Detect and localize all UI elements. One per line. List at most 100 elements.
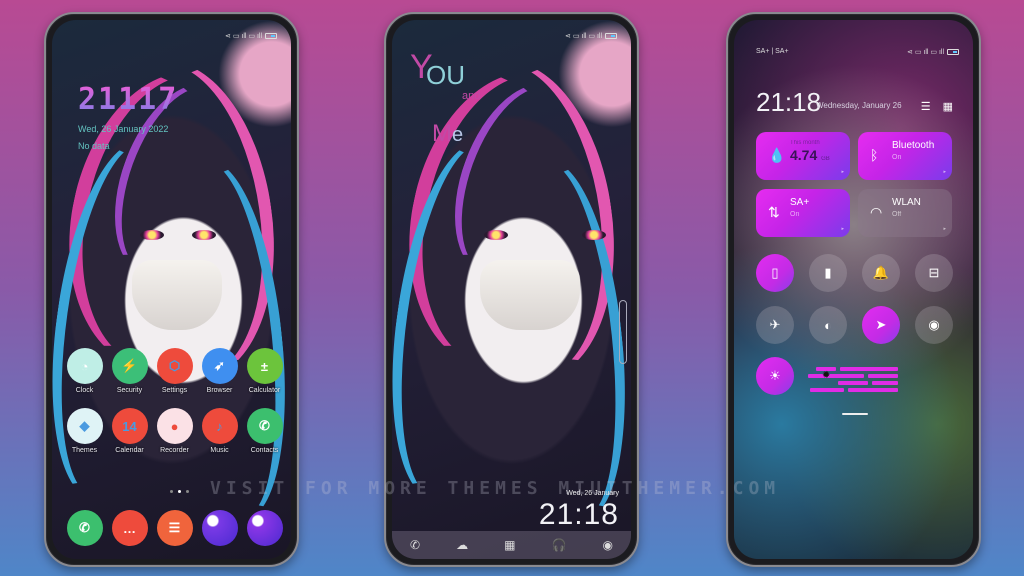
dock-orb-icon[interactable] [201, 510, 238, 546]
status-bar: ⋖ ▭ ıll ▭ ıll [565, 32, 617, 40]
toggle-ringer[interactable]: 🔔 [862, 254, 900, 292]
lock-date: Wed, 26 January [566, 490, 619, 497]
app-settings[interactable]: ⬡ Settings [152, 348, 197, 394]
date-label: Wed, 26 January 2022 [78, 124, 169, 134]
expand-arrow-icon[interactable]: ▸ [841, 226, 844, 232]
cc-date: Wednesday, January 26 [816, 101, 902, 110]
toggle-dark-mode[interactable]: ◐ [809, 306, 847, 344]
toggle-reading-mode[interactable]: ◉ [915, 306, 953, 344]
phone-icon: ✆ [246, 408, 283, 444]
app-label: Recorder [160, 447, 189, 454]
tile-bluetooth[interactable]: ᛒ Bluetooth On ▸ [858, 132, 952, 180]
app-label: Music [210, 447, 229, 454]
cc-header-actions: ☰ ▦ [921, 100, 953, 113]
weather-icon[interactable]: ☁ [456, 538, 468, 552]
tile-status: 4.74 GB [790, 147, 842, 163]
app-calendar[interactable]: 14 Calendar [107, 408, 152, 454]
art-text-me: Me [432, 120, 464, 147]
page-dot[interactable] [178, 490, 181, 493]
tile-sa-[interactable]: ⇅ SA+ On ▸ [756, 189, 850, 237]
bluetooth-icon: ᛒ [870, 147, 879, 163]
themes-icon: ◆ [66, 408, 103, 444]
phone-lock-screen: ⋖ ▭ ıll ▭ ıll Y OU and Me Wed, 26 January… [384, 12, 639, 567]
app-calculator[interactable]: ± Calculator [242, 348, 287, 394]
clock-icon: ◔ [66, 348, 103, 384]
grid-icon[interactable]: ▦ [943, 100, 953, 113]
headphones-icon[interactable]: 🎧 [552, 538, 567, 552]
toggle-flashlight[interactable]: ▮ [809, 254, 847, 292]
phone-control-center: SA+ | SA+ ⋖ ▭ ıll ▭ ıll 21:18 Wednesday,… [726, 12, 981, 567]
page-dot[interactable] [186, 490, 189, 493]
signal-icon: ⋖ ▭ ıll ▭ ıll [565, 33, 602, 40]
calculator-icon: ± [246, 348, 283, 384]
calendar-icon: 14 [111, 408, 148, 444]
expand-arrow-icon[interactable]: ▸ [841, 169, 844, 175]
toggle-location[interactable]: ➤ [862, 306, 900, 344]
shield-icon: ⚡ [111, 348, 148, 384]
expand-arrow-icon[interactable]: ▸ [943, 226, 946, 232]
app-label: Security [116, 387, 143, 394]
tile-title: Bluetooth [892, 140, 935, 151]
app-recorder[interactable]: ● Recorder [152, 408, 197, 454]
tile-status: Off [892, 211, 902, 218]
app-contacts[interactable]: ✆ Contacts [242, 408, 287, 454]
app-music[interactable]: ♪ Music [197, 408, 242, 454]
clock-widget[interactable]: 21117 [78, 82, 178, 117]
tile-title: SA+ [790, 197, 810, 208]
page-dot[interactable] [170, 490, 173, 493]
tile-status: On [892, 154, 902, 161]
art-text-you: Y OU [410, 48, 465, 90]
camera-icon[interactable]: ◉ [603, 538, 613, 552]
calendar-icon[interactable]: ▦ [504, 538, 515, 552]
mobile-data-icon: ⇅ [768, 204, 780, 220]
art-text-and: and [462, 90, 481, 102]
dock-phone-icon[interactable]: ✆ [66, 510, 103, 546]
app-label: Themes [71, 447, 98, 454]
auto-brightness-toggle[interactable]: ☀ [756, 357, 794, 395]
sun-icon: ☀ [769, 368, 781, 383]
status-bar: ⋖ ▭ ıll ▭ ıll [225, 32, 277, 40]
page-indicator [170, 490, 189, 493]
app-label: Calendar [115, 447, 144, 454]
edit-list-icon[interactable]: ☰ [921, 100, 931, 113]
dock-orb-icon[interactable] [246, 510, 283, 546]
battery-icon [265, 33, 277, 39]
dock: ✆… ☰ [62, 510, 287, 546]
lock-shortcut-bar: ✆ ☁ ▦ 🎧 ◉ [392, 531, 631, 559]
dock-notes-icon[interactable]: ☰ [156, 510, 193, 546]
screenshot-icon: ⊟ [928, 265, 940, 280]
app-label: Browser [206, 387, 233, 394]
tile-this-month[interactable]: 💧 This month 4.74 GB ▸ [756, 132, 850, 180]
dock-message-icon[interactable]: … [111, 510, 148, 546]
data-usage-value: 4.74 [790, 147, 818, 163]
app-label: Calculator [248, 387, 281, 394]
app-clock[interactable]: ◔ Clock [62, 348, 107, 394]
wallpaper [392, 20, 631, 559]
app-label: Clock [75, 387, 94, 394]
app-themes[interactable]: ◆ Themes [62, 408, 107, 454]
reading-mode-icon: ◉ [928, 317, 940, 332]
app-label: Contacts [250, 447, 279, 454]
expand-arrow-icon[interactable]: ▸ [943, 169, 946, 175]
toggle-vibrate[interactable]: ▯ [756, 254, 794, 292]
tile-wlan[interactable]: ◠ WLAN Off ▸ [858, 189, 952, 237]
toggle-screenshot[interactable]: ⊟ [915, 254, 953, 292]
toggle-airplane[interactable]: ✈ [756, 306, 794, 344]
ringer-icon: 🔔 [872, 265, 890, 280]
location-icon: ➤ [875, 317, 887, 332]
tile-title: WLAN [892, 197, 921, 208]
dark-mode-icon: ◐ [824, 317, 832, 333]
brightness-slider[interactable]: ✹ [808, 365, 900, 395]
drag-handle[interactable] [842, 413, 868, 415]
control-center: SA+ | SA+ ⋖ ▭ ıll ▭ ıll 21:18 Wednesday,… [734, 20, 973, 559]
sidebar-handle[interactable] [619, 300, 627, 364]
battery-icon [605, 33, 617, 39]
data-usage-unit: GB [821, 156, 830, 162]
app-browser[interactable]: ➶ Browser [197, 348, 242, 394]
home-screen: ⋖ ▭ ıll ▭ ıll 21117 Wed, 26 January 2022… [52, 20, 291, 559]
airplane-icon: ✈ [769, 317, 781, 332]
lock-clock: 21:18 [538, 498, 619, 531]
phone-icon[interactable]: ✆ [410, 538, 420, 552]
tile-title: This month [790, 140, 820, 146]
app-security[interactable]: ⚡ Security [107, 348, 152, 394]
